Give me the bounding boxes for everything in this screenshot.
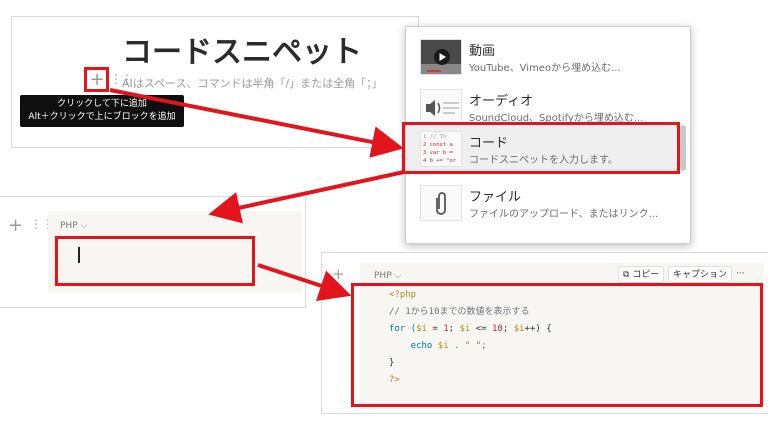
highlight-code-item-box: [402, 122, 680, 174]
page-title: コードスニペット: [122, 35, 362, 70]
more-icon: ···: [736, 269, 745, 279]
copy-icon: ⧉: [623, 270, 630, 280]
tooltip-line-1: クリックして下に追加: [57, 99, 147, 109]
audio-icon: [420, 89, 462, 125]
more-options-button[interactable]: ···: [732, 266, 749, 283]
menu-item-title: ファイル: [469, 190, 522, 205]
menu-scrollbar[interactable]: [680, 125, 686, 171]
placeholder-hint: AIはスペース、コマンドは半角「/」または全角「；」: [122, 77, 383, 90]
menu-item-title: オーディオ: [469, 94, 534, 109]
language-selector[interactable]: PHP ⌵: [374, 271, 401, 281]
highlight-plus-box: [84, 67, 109, 92]
caption-label: キャプション: [673, 270, 728, 280]
menu-item-title: 動画: [469, 44, 496, 59]
copy-label: コピー: [632, 270, 660, 280]
menu-item-desc: ファイルのアップロード、またはリンク...: [469, 209, 659, 220]
menu-item-desc: YouTube、Vimeoから埋め込む...: [469, 63, 621, 74]
highlight-code-input-box: [55, 236, 255, 286]
editor-panel-step1: コードスニペット + ⋮⋮ AIはスペース、コマンドは半角「/」または全角「；」…: [11, 16, 419, 148]
menu-item-video[interactable]: 動画 YouTube、Vimeoから埋め込む...: [406, 31, 676, 81]
highlight-code-output-box: [351, 283, 763, 407]
tooltip-line-2: Alt＋クリックで上にブロックを追加: [28, 112, 176, 122]
video-icon: [420, 39, 462, 75]
caption-button[interactable]: キャプション: [668, 266, 733, 283]
add-block-plus-icon[interactable]: +: [332, 265, 345, 283]
language-selector[interactable]: PHP ⌵: [60, 221, 87, 231]
add-block-tooltip: クリックして下に追加 Alt＋クリックで上にブロックを追加: [20, 95, 184, 127]
paperclip-icon: [420, 185, 462, 221]
menu-item-file[interactable]: ファイル ファイルのアップロード、またはリンク...: [406, 177, 676, 227]
add-block-plus-icon[interactable]: +: [8, 215, 23, 236]
copy-button[interactable]: ⧉ コピー: [618, 266, 665, 283]
